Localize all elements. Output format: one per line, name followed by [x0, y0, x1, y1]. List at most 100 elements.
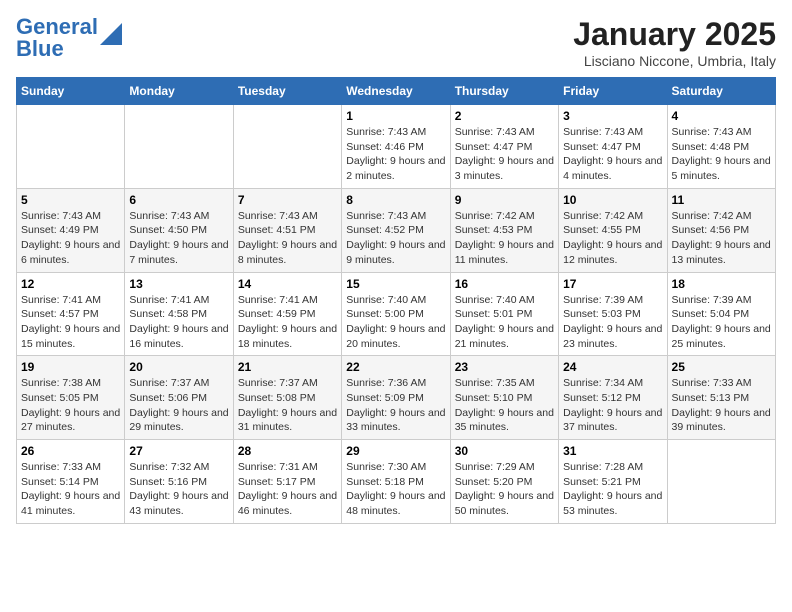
day-number: 27 [129, 444, 228, 458]
day-info: Sunrise: 7:43 AMSunset: 4:46 PMDaylight:… [346, 125, 445, 184]
calendar-day-cell: 10Sunrise: 7:42 AMSunset: 4:55 PMDayligh… [559, 188, 667, 272]
day-info: Sunrise: 7:30 AMSunset: 5:18 PMDaylight:… [346, 460, 445, 519]
day-number: 26 [21, 444, 120, 458]
day-info: Sunrise: 7:39 AMSunset: 5:04 PMDaylight:… [672, 293, 771, 352]
day-info: Sunrise: 7:33 AMSunset: 5:13 PMDaylight:… [672, 376, 771, 435]
day-info: Sunrise: 7:36 AMSunset: 5:09 PMDaylight:… [346, 376, 445, 435]
logo: GeneralBlue [16, 16, 122, 60]
calendar-day-cell: 18 Sunrise: 7:39 AMSunset: 5:04 PMDayligh… [667, 272, 775, 356]
day-info: Sunrise: 7:37 AMSunset: 5:06 PMDaylight:… [129, 376, 228, 435]
day-number: 8 [346, 193, 445, 207]
calendar-day-cell: 26 Sunrise: 7:33 AMSunset: 5:14 PMDayligh… [17, 440, 125, 524]
calendar-day-cell: 16Sunrise: 7:40 AMSunset: 5:01 PMDayligh… [450, 272, 558, 356]
day-number: 16 [455, 277, 554, 291]
day-number: 19 [21, 360, 120, 374]
calendar-day-cell: 9 Sunrise: 7:42 AMSunset: 4:53 PMDaylight… [450, 188, 558, 272]
day-number: 25 [672, 360, 771, 374]
day-info: Sunrise: 7:43 AMSunset: 4:51 PMDaylight:… [238, 209, 337, 268]
day-number: 28 [238, 444, 337, 458]
day-number: 24 [563, 360, 662, 374]
calendar-day-cell: 8 Sunrise: 7:43 AMSunset: 4:52 PMDaylight… [342, 188, 450, 272]
calendar-day-cell: 22 Sunrise: 7:36 AMSunset: 5:09 PMDayligh… [342, 356, 450, 440]
calendar-day-cell: 29 Sunrise: 7:30 AMSunset: 5:18 PMDayligh… [342, 440, 450, 524]
calendar-day-cell: 11 Sunrise: 7:42 AMSunset: 4:56 PMDayligh… [667, 188, 775, 272]
day-number: 14 [238, 277, 337, 291]
calendar-day-cell [125, 105, 233, 189]
calendar-day-cell: 6 Sunrise: 7:43 AMSunset: 4:50 PMDaylight… [125, 188, 233, 272]
day-number: 21 [238, 360, 337, 374]
day-info: Sunrise: 7:41 AMSunset: 4:57 PMDaylight:… [21, 293, 120, 352]
calendar-week-row: 1 Sunrise: 7:43 AMSunset: 4:46 PMDaylight… [17, 105, 776, 189]
day-number: 5 [21, 193, 120, 207]
calendar-table: SundayMondayTuesdayWednesdayThursdayFrid… [16, 77, 776, 524]
day-info: Sunrise: 7:42 AMSunset: 4:53 PMDaylight:… [455, 209, 554, 268]
day-info: Sunrise: 7:43 AMSunset: 4:48 PMDaylight:… [672, 125, 771, 184]
day-number: 1 [346, 109, 445, 123]
calendar-day-cell: 20 Sunrise: 7:37 AMSunset: 5:06 PMDayligh… [125, 356, 233, 440]
calendar-week-row: 12 Sunrise: 7:41 AMSunset: 4:57 PMDayligh… [17, 272, 776, 356]
day-number: 30 [455, 444, 554, 458]
calendar-day-cell: 23Sunrise: 7:35 AMSunset: 5:10 PMDayligh… [450, 356, 558, 440]
calendar-day-cell: 14 Sunrise: 7:41 AMSunset: 4:59 PMDayligh… [233, 272, 341, 356]
day-info: Sunrise: 7:42 AMSunset: 4:56 PMDaylight:… [672, 209, 771, 268]
day-of-week-header: Monday [125, 78, 233, 105]
day-info: Sunrise: 7:40 AMSunset: 5:00 PMDaylight:… [346, 293, 445, 352]
calendar-day-cell: 2 Sunrise: 7:43 AMSunset: 4:47 PMDaylight… [450, 105, 558, 189]
title-block: January 2025 Lisciano Niccone, Umbria, I… [573, 16, 776, 69]
day-info: Sunrise: 7:43 AMSunset: 4:50 PMDaylight:… [129, 209, 228, 268]
day-info: Sunrise: 7:28 AMSunset: 5:21 PMDaylight:… [563, 460, 662, 519]
calendar-day-cell [233, 105, 341, 189]
day-info: Sunrise: 7:34 AMSunset: 5:12 PMDaylight:… [563, 376, 662, 435]
calendar-day-cell: 25 Sunrise: 7:33 AMSunset: 5:13 PMDayligh… [667, 356, 775, 440]
day-info: Sunrise: 7:39 AMSunset: 5:03 PMDaylight:… [563, 293, 662, 352]
day-number: 15 [346, 277, 445, 291]
day-info: Sunrise: 7:41 AMSunset: 4:58 PMDaylight:… [129, 293, 228, 352]
calendar-day-cell: 17 Sunrise: 7:39 AMSunset: 5:03 PMDayligh… [559, 272, 667, 356]
calendar-day-cell: 3 Sunrise: 7:43 AMSunset: 4:47 PMDaylight… [559, 105, 667, 189]
day-info: Sunrise: 7:43 AMSunset: 4:47 PMDaylight:… [563, 125, 662, 184]
day-info: Sunrise: 7:42 AMSunset: 4:55 PMDaylight:… [563, 209, 662, 268]
day-info: Sunrise: 7:32 AMSunset: 5:16 PMDaylight:… [129, 460, 228, 519]
day-number: 17 [563, 277, 662, 291]
calendar-header-row: SundayMondayTuesdayWednesdayThursdayFrid… [17, 78, 776, 105]
calendar-day-cell: 1 Sunrise: 7:43 AMSunset: 4:46 PMDaylight… [342, 105, 450, 189]
day-info: Sunrise: 7:43 AMSunset: 4:52 PMDaylight:… [346, 209, 445, 268]
calendar-day-cell: 5Sunrise: 7:43 AMSunset: 4:49 PMDaylight… [17, 188, 125, 272]
day-info: Sunrise: 7:37 AMSunset: 5:08 PMDaylight:… [238, 376, 337, 435]
calendar-day-cell: 19 Sunrise: 7:38 AMSunset: 5:05 PMDayligh… [17, 356, 125, 440]
calendar-day-cell: 27 Sunrise: 7:32 AMSunset: 5:16 PMDayligh… [125, 440, 233, 524]
calendar-day-cell: 15 Sunrise: 7:40 AMSunset: 5:00 PMDayligh… [342, 272, 450, 356]
day-number: 22 [346, 360, 445, 374]
day-info: Sunrise: 7:33 AMSunset: 5:14 PMDaylight:… [21, 460, 120, 519]
day-number: 18 [672, 277, 771, 291]
day-info: Sunrise: 7:43 AMSunset: 4:47 PMDaylight:… [455, 125, 554, 184]
day-number: 20 [129, 360, 228, 374]
day-of-week-header: Sunday [17, 78, 125, 105]
day-of-week-header: Saturday [667, 78, 775, 105]
day-number: 12 [21, 277, 120, 291]
day-number: 29 [346, 444, 445, 458]
day-number: 7 [238, 193, 337, 207]
page-header: GeneralBlue January 2025 Lisciano Niccon… [16, 16, 776, 69]
day-number: 2 [455, 109, 554, 123]
logo-text: GeneralBlue [16, 16, 98, 60]
day-number: 31 [563, 444, 662, 458]
day-number: 11 [672, 193, 771, 207]
day-of-week-header: Tuesday [233, 78, 341, 105]
day-info: Sunrise: 7:38 AMSunset: 5:05 PMDaylight:… [21, 376, 120, 435]
day-number: 4 [672, 109, 771, 123]
day-info: Sunrise: 7:31 AMSunset: 5:17 PMDaylight:… [238, 460, 337, 519]
calendar-day-cell [667, 440, 775, 524]
calendar-day-cell: 24 Sunrise: 7:34 AMSunset: 5:12 PMDayligh… [559, 356, 667, 440]
day-number: 13 [129, 277, 228, 291]
day-number: 9 [455, 193, 554, 207]
calendar-week-row: 19 Sunrise: 7:38 AMSunset: 5:05 PMDayligh… [17, 356, 776, 440]
calendar-day-cell [17, 105, 125, 189]
day-info: Sunrise: 7:41 AMSunset: 4:59 PMDaylight:… [238, 293, 337, 352]
calendar-day-cell: 13 Sunrise: 7:41 AMSunset: 4:58 PMDayligh… [125, 272, 233, 356]
day-number: 6 [129, 193, 228, 207]
day-number: 3 [563, 109, 662, 123]
location: Lisciano Niccone, Umbria, Italy [573, 53, 776, 69]
day-of-week-header: Wednesday [342, 78, 450, 105]
calendar-day-cell: 12 Sunrise: 7:41 AMSunset: 4:57 PMDayligh… [17, 272, 125, 356]
